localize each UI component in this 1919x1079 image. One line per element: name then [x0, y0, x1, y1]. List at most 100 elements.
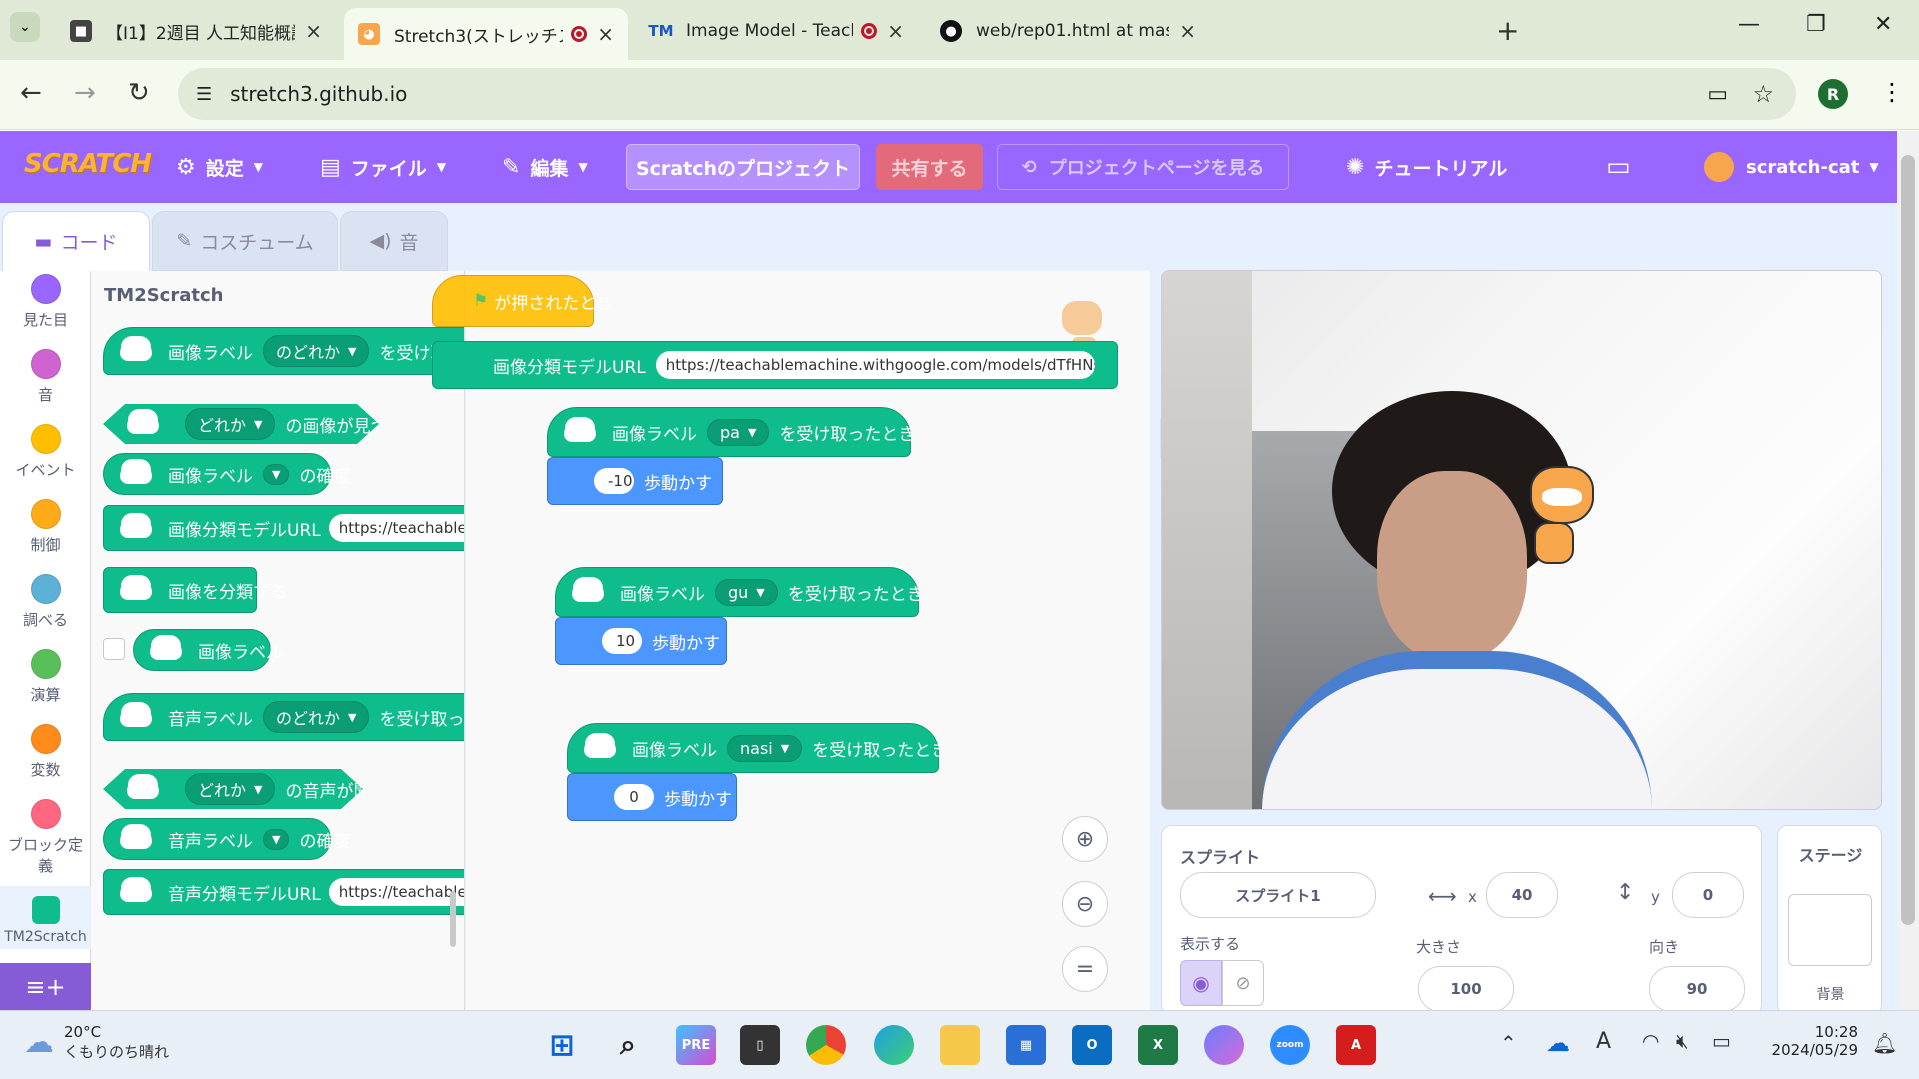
label-dropdown[interactable]: ▼	[263, 463, 290, 485]
store-icon[interactable]: ▦	[1006, 1025, 1046, 1065]
minimize-button[interactable]: —	[1738, 12, 1760, 37]
stage-canvas[interactable]	[1161, 270, 1882, 810]
y-input[interactable]: 0	[1672, 872, 1744, 918]
edge-icon[interactable]	[874, 1025, 914, 1065]
share-button[interactable]: 共有する	[876, 144, 983, 190]
onedrive-icon[interactable]: ☁	[1546, 1029, 1570, 1057]
category-events[interactable]: イベント	[0, 424, 91, 480]
monitor-checkbox[interactable]	[103, 638, 125, 660]
back-icon[interactable]: ←	[20, 78, 42, 108]
label-dropdown[interactable]: のどれか ▼	[263, 335, 370, 367]
block-image-label-reporter[interactable]: 画像ラベル	[133, 629, 283, 671]
zoom-out-button[interactable]: ⊖	[1062, 881, 1108, 927]
zoom-icon[interactable]: zoom	[1270, 1025, 1310, 1065]
settings-menu[interactable]: ⚙ 設定 ▼	[176, 131, 263, 203]
reload-icon[interactable]: ↻	[128, 78, 150, 108]
edit-menu[interactable]: ✎ 編集 ▼	[502, 131, 588, 203]
block-sound-confidence[interactable]: 音声ラベル ▼ の確度	[103, 818, 350, 860]
ime-icon[interactable]: A	[1596, 1029, 1611, 1054]
tab-code[interactable]: ▬ コード	[2, 211, 150, 271]
clock[interactable]: 10:28 2024/05/29	[1762, 1023, 1858, 1059]
block-when-label-nasi[interactable]: 画像ラベル nasi ▼ を受け取ったとき	[567, 723, 948, 773]
url-field[interactable]: https://teachablemachine	[328, 514, 464, 542]
category-control[interactable]: 制御	[0, 499, 91, 555]
block-when-flag-clicked[interactable]: ⚑ が押されたとき	[432, 275, 613, 327]
label-dropdown[interactable]: どれか ▼	[185, 408, 275, 440]
block-set-model-url[interactable]: 画像分類モデルURL https://teachablemachine.with…	[432, 341, 1118, 389]
label-dropdown[interactable]: gu ▼	[715, 578, 778, 606]
add-extension-button[interactable]: ≡+	[0, 963, 91, 1010]
copilot-app-icon[interactable]	[1204, 1025, 1244, 1065]
size-input[interactable]: 100	[1418, 966, 1514, 1012]
block-when-sound-label-received[interactable]: 音声ラベル のどれか▼ を受け取ったとき	[103, 693, 464, 741]
notification-bell-icon[interactable]: 🔔︎	[1872, 1031, 1897, 1055]
outlook-icon[interactable]: O	[1072, 1025, 1112, 1065]
my-stuff-icon[interactable]: ▭	[1606, 131, 1631, 203]
acrobat-icon[interactable]: A	[1336, 1025, 1376, 1065]
block-when-label-gu[interactable]: 画像ラベル gu ▼ を受け取ったとき	[555, 567, 924, 617]
sprite-cat[interactable]	[1512, 466, 1602, 566]
stage-thumbnail[interactable]	[1788, 894, 1872, 966]
weather-widget[interactable]: ☁ 20°C くもりのち晴れ	[24, 1023, 169, 1062]
profile-avatar[interactable]: R	[1818, 79, 1848, 109]
battery-icon[interactable]: ▭	[1712, 1029, 1731, 1053]
browser-tab-github[interactable]: ● web/rep01.html at master · hito ×	[926, 8, 1210, 54]
tab-costume[interactable]: ✎ コスチューム	[152, 211, 338, 271]
wifi-icon[interactable]: ◠	[1642, 1029, 1659, 1053]
search-icon[interactable]: ⌕	[608, 1025, 648, 1065]
zoom-in-button[interactable]: ⊕	[1062, 816, 1108, 862]
category-sound[interactable]: 音	[0, 349, 91, 405]
show-hidden-button[interactable]: ⊘	[1222, 960, 1264, 1006]
new-tab-button[interactable]: +	[1496, 14, 1519, 47]
copilot-icon[interactable]: PRE	[676, 1025, 716, 1065]
file-explorer-icon[interactable]	[940, 1025, 980, 1065]
show-visible-button[interactable]: ◉	[1180, 960, 1222, 1006]
browser-tab-lecture[interactable]: ■ 【I1】2週目 人工知能概論･機械学習 ×	[56, 8, 336, 54]
label-dropdown[interactable]: ▼	[263, 828, 290, 850]
close-icon[interactable]: ×	[305, 19, 322, 43]
block-move-steps[interactable]: 0 歩動かす	[567, 773, 737, 821]
palette-scrollbar[interactable]	[450, 891, 456, 947]
start-icon[interactable]: ⊞	[542, 1025, 582, 1065]
url-field[interactable]: https://teachablemachine	[328, 878, 464, 906]
browser-tab-teachable[interactable]: TM Image Model - Teachable Machine ×	[636, 8, 918, 54]
tray-chevron-icon[interactable]: ⌃	[1500, 1031, 1517, 1055]
scratch-logo[interactable]: SCRATCH	[24, 149, 152, 179]
close-icon[interactable]: ×	[597, 22, 614, 46]
category-looks[interactable]: 見た目	[0, 274, 91, 330]
chrome-icon[interactable]	[806, 1025, 846, 1065]
steps-input[interactable]: 0	[614, 784, 654, 810]
tutorials-button[interactable]: ✺ チュートリアル	[1346, 131, 1507, 203]
steps-input[interactable]: 10	[602, 628, 642, 654]
excel-icon[interactable]: X	[1138, 1025, 1178, 1065]
block-sound-heard[interactable]: どれか ▼ の音声が聞こえた	[103, 769, 363, 809]
taskview-icon[interactable]: ▯	[740, 1025, 780, 1065]
close-icon[interactable]: ×	[887, 19, 904, 43]
steps-input[interactable]: -10	[594, 468, 634, 494]
volume-mute-icon[interactable]: 🔇︎	[1676, 1029, 1689, 1053]
label-dropdown[interactable]: のどれか ▼	[263, 701, 370, 733]
category-variables[interactable]: 変数	[0, 724, 91, 780]
direction-input[interactable]: 90	[1649, 966, 1745, 1012]
block-image-confidence[interactable]: 画像ラベル ▼ の確度	[103, 453, 350, 495]
label-dropdown[interactable]: nasi ▼	[727, 734, 803, 762]
site-info-icon[interactable]: ☰	[196, 84, 212, 105]
browser-tab-stretch3[interactable]: ◕ Stretch3(ストレッチスリー) ×	[344, 8, 628, 60]
tab-sound[interactable]: ◀) 音	[340, 211, 448, 271]
file-menu[interactable]: ▤ ファイル ▼	[320, 131, 446, 203]
sprite-name-input[interactable]: スプライト1	[1180, 872, 1376, 918]
browser-menu-icon[interactable]: ⋮	[1880, 78, 1904, 106]
account-menu[interactable]: scratch-cat ▼	[1704, 131, 1879, 203]
category-tm2scratch[interactable]: TM2Scratch	[0, 886, 91, 949]
restore-button[interactable]: ❐	[1806, 12, 1826, 37]
model-url-field[interactable]: https://teachablemachine.withgoogle.com/…	[655, 351, 1095, 379]
block-image-found[interactable]: どれか ▼ の画像が見つかった	[103, 404, 379, 444]
url-bar[interactable]: ☰ stretch3.github.io ▭ ☆	[178, 68, 1796, 120]
x-input[interactable]: 40	[1486, 872, 1558, 918]
block-classify-image[interactable]: 画像を分類する	[103, 567, 287, 613]
tab-search-button[interactable]: ⌄	[10, 12, 40, 42]
close-icon[interactable]: ×	[1179, 19, 1196, 43]
zoom-reset-button[interactable]: =	[1062, 946, 1108, 992]
forward-icon[interactable]: →	[74, 78, 96, 108]
label-dropdown[interactable]: pa ▼	[707, 418, 770, 446]
